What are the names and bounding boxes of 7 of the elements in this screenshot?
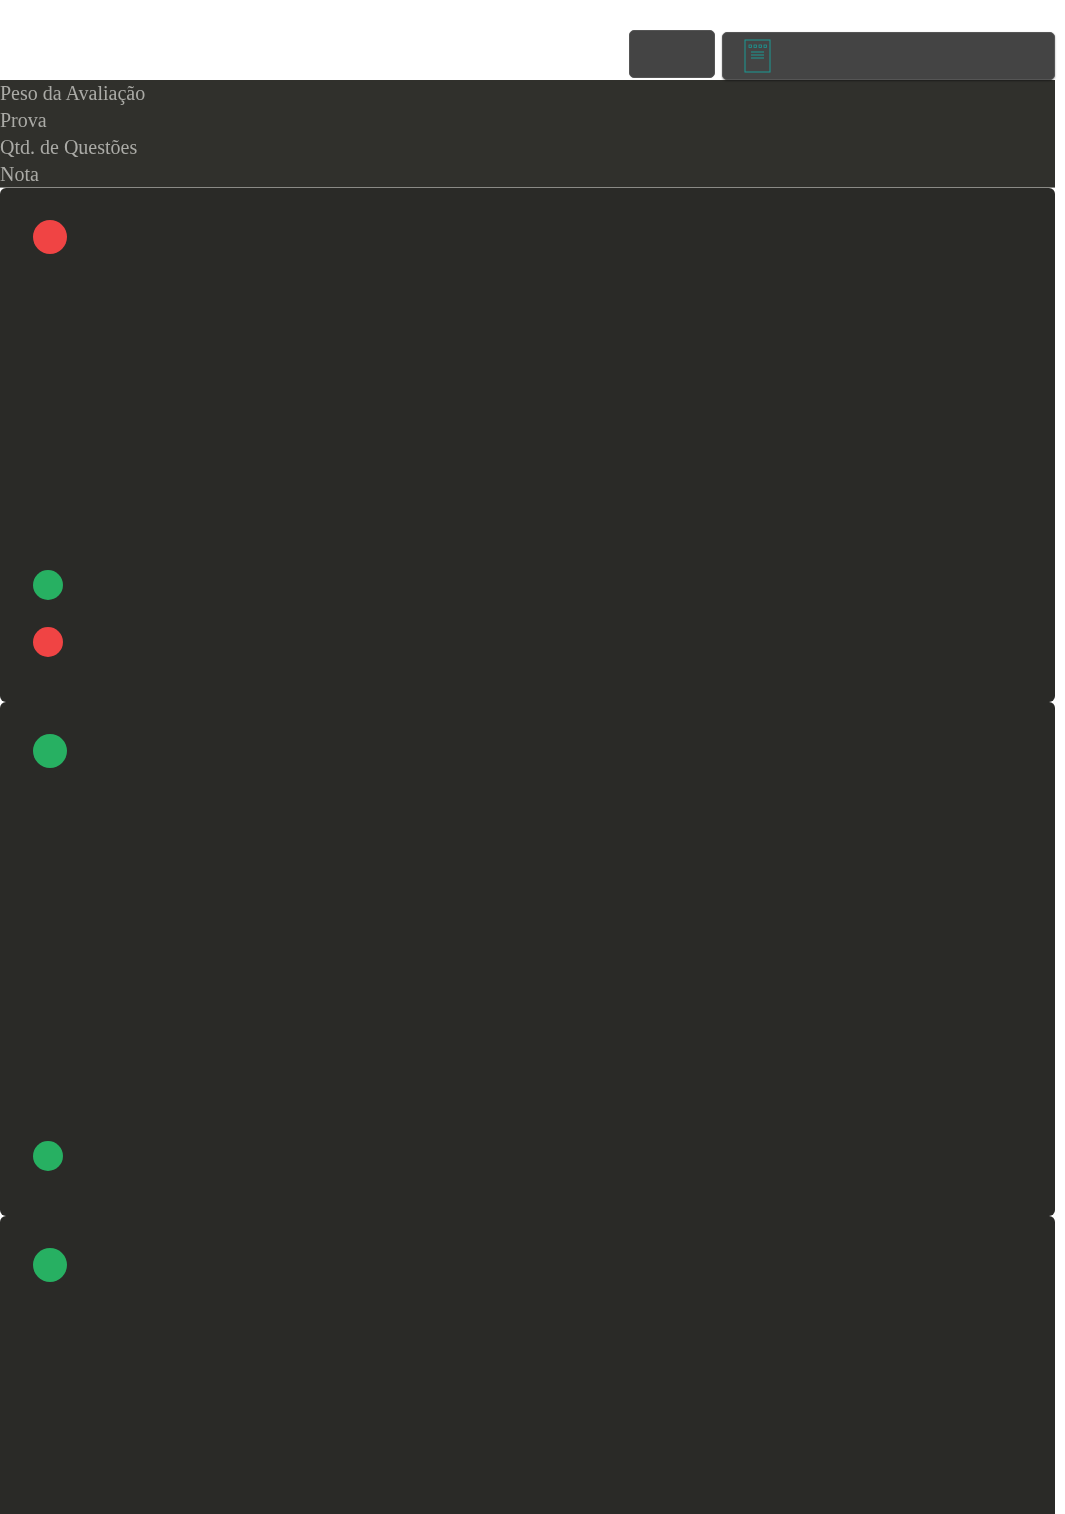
- notebook-button[interactable]: [722, 32, 1055, 80]
- column-label: Nota: [0, 162, 40, 187]
- column-label: Prova: [0, 108, 48, 133]
- column-label: Peso da Avaliação: [0, 81, 147, 107]
- notebook-icon: [744, 39, 771, 73]
- button[interactable]: [629, 30, 715, 78]
- column-label: Qtd. de Questões: [0, 135, 139, 160]
